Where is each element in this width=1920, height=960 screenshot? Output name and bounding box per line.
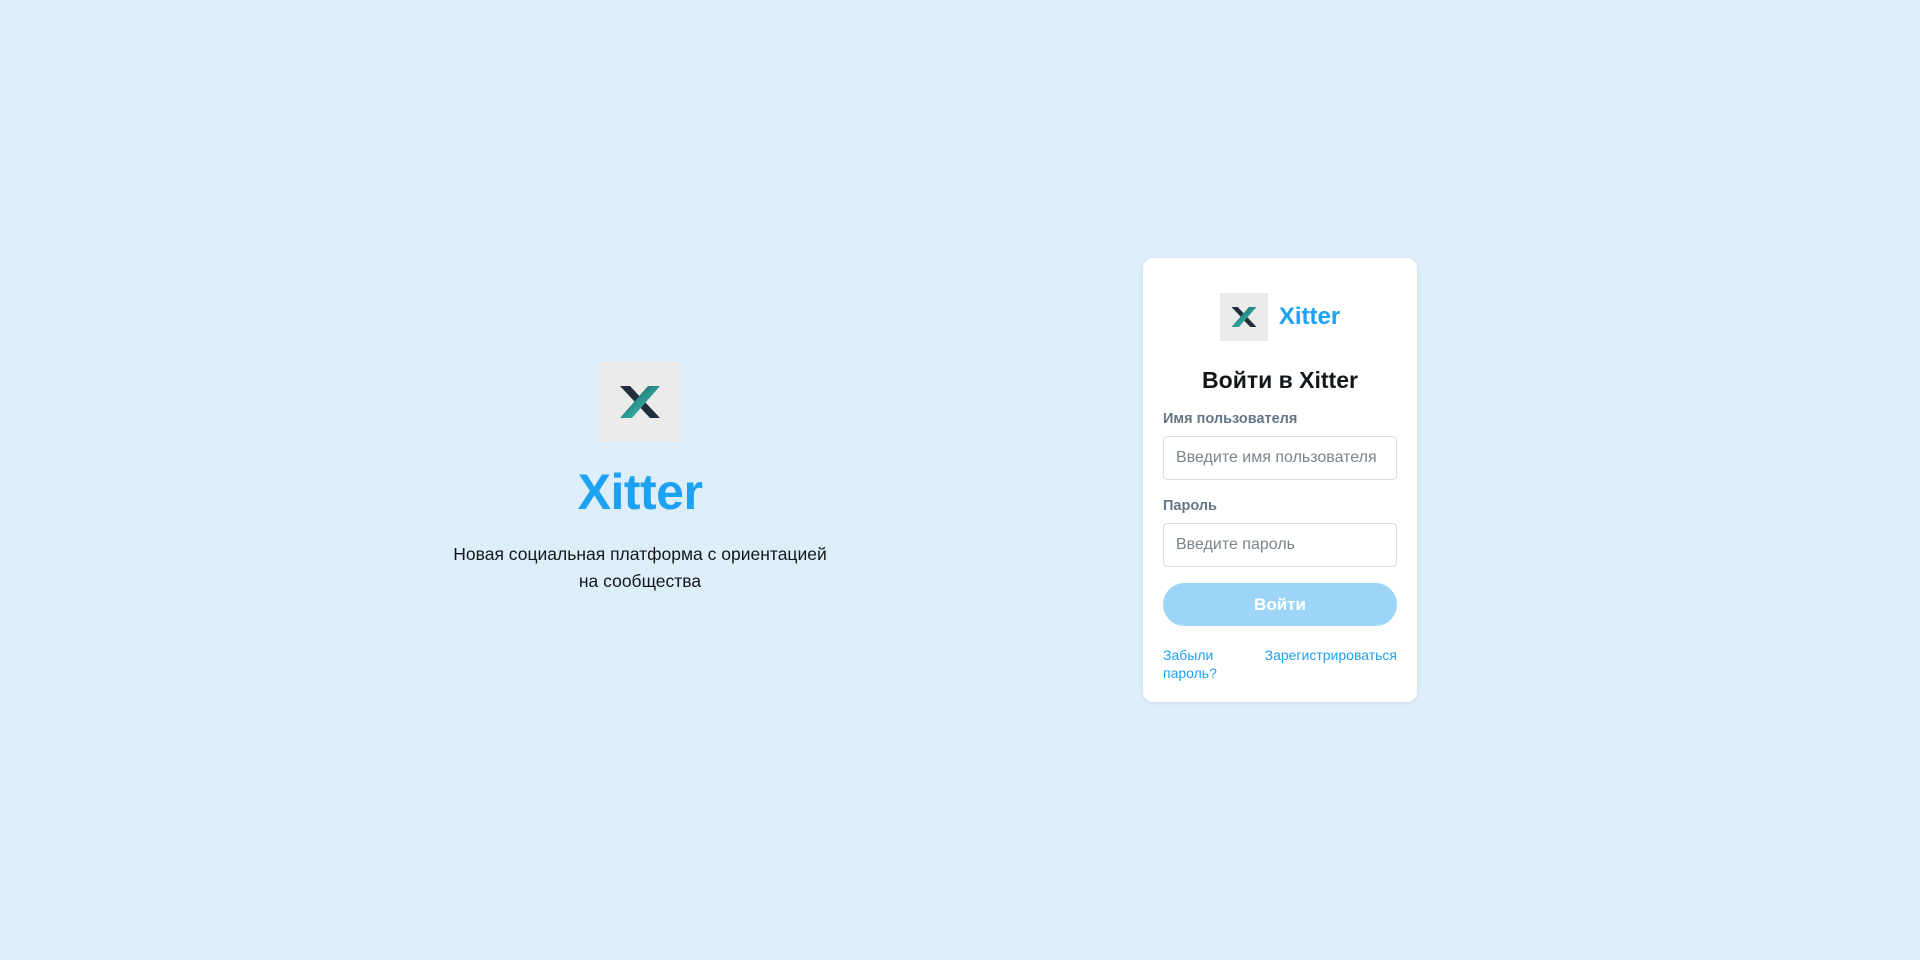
username-label: Имя пользователя [1163,411,1298,427]
login-card: Xitter Войти в Xitter Имя пользователя П… [1143,258,1417,702]
forgot-password-link[interactable]: Забыли пароль? [1163,646,1265,682]
hero-tagline: Новая социальная платформа с ориентацией… [453,544,827,591]
xitter-x-logo-icon [620,386,660,418]
password-input[interactable] [1163,523,1397,567]
card-links: Забыли пароль? Зарегистрироваться [1163,646,1397,682]
card-brand-name: Xitter [1278,303,1341,330]
username-input[interactable] [1163,436,1397,480]
card-brand-logo [1219,293,1268,341]
xitter-x-logo-icon [1231,307,1257,327]
login-page: Xitter Новая социальная платформа с орие… [0,0,1920,960]
login-form: Имя пользователя Пароль Войти [1163,410,1397,626]
register-link[interactable]: Зарегистрироваться [1265,646,1397,682]
hero-section: Xitter Новая социальная платформа с орие… [440,362,840,595]
password-label: Пароль [1163,498,1217,514]
hero-title: Xitter [577,464,703,520]
card-brand: Xitter [1163,293,1397,341]
login-button[interactable]: Войти [1163,583,1397,626]
hero-logo [600,362,680,442]
login-heading: Войти в Xitter [1202,367,1358,393]
